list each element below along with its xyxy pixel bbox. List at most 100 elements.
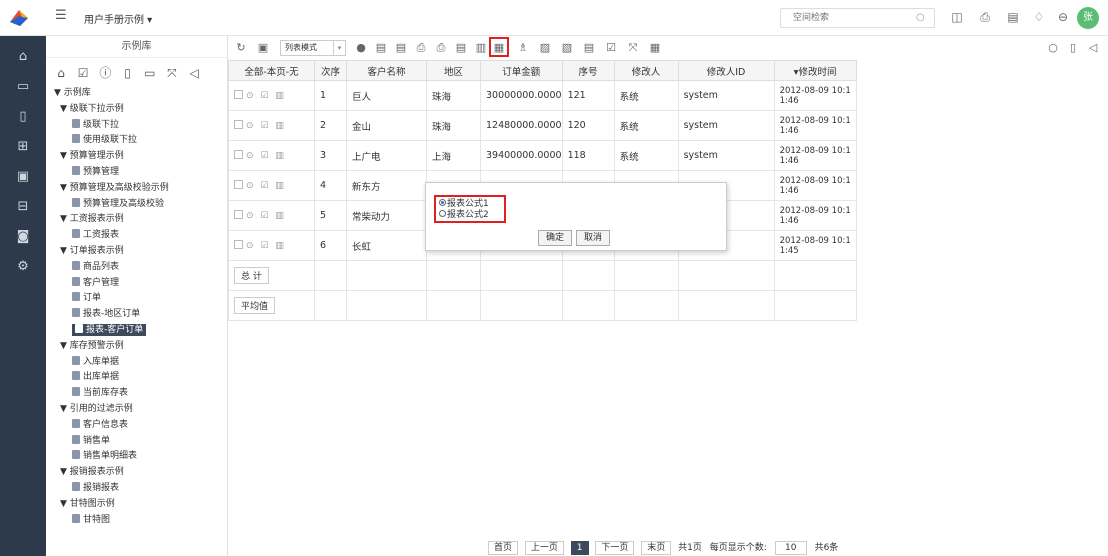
col-header-modified-time[interactable]: ▾修改时间 — [773, 60, 857, 81]
table-row[interactable]: ⊙ ☑ ▥ 3 上广电 上海 39400000.0000 118 系统 system 2012-… — [228, 140, 857, 171]
cancel-button[interactable]: 取消 — [576, 230, 610, 246]
tree-leaf-item[interactable]: 订单 — [50, 291, 227, 307]
edit-icon[interactable]: ☑ — [260, 91, 270, 101]
tree-leaf-item[interactable]: 出库单据 — [50, 370, 227, 386]
mode-select[interactable]: 列表模式 ▾ — [280, 40, 346, 56]
first-page-button[interactable]: 首页 — [488, 541, 519, 555]
tree-leaf-item[interactable]: 报表-地区订单 — [50, 307, 227, 323]
tree-folder-item[interactable]: ▼ 级联下拉示例 — [50, 102, 227, 118]
hierarchy-icon[interactable]: ⊞ — [14, 138, 32, 156]
edit-icon[interactable]: ☑ — [260, 241, 270, 251]
col-header-amount[interactable]: 订单金额 — [480, 60, 563, 81]
shirt-icon[interactable]: ♢ — [1032, 10, 1046, 24]
table-row[interactable]: ⊙ ☑ ▥ 1 巨人 珠海 30000000.0000 121 系统 system 2012-0… — [228, 80, 857, 111]
print-preview-icon[interactable]: ⎙ — [414, 41, 428, 55]
tree-leaf-item[interactable]: 甘特图 — [50, 513, 227, 529]
col-header-select[interactable]: 全部-本页-无 — [228, 60, 315, 81]
tree-folder-item[interactable]: ▼ 甘特图示例 — [50, 497, 227, 513]
trash-icon[interactable]: ▥ — [275, 121, 286, 131]
prev-page-button[interactable]: 上一页 — [524, 541, 564, 555]
tree-leaf-item[interactable]: 级联下拉 — [50, 118, 227, 134]
edit-icon[interactable]: ☑ — [260, 211, 270, 221]
current-page[interactable]: 1 — [570, 541, 589, 555]
expand-icon[interactable]: ⤧ — [165, 66, 179, 81]
col-header-modifier[interactable]: 修改人 — [613, 60, 679, 81]
col-header-region[interactable]: 地区 — [426, 60, 481, 81]
check-icon[interactable]: ☑ — [604, 41, 618, 55]
import-icon[interactable]: ▥ — [474, 41, 488, 55]
formula-option-2[interactable]: 报表公式2 — [439, 210, 504, 221]
edit-icon[interactable]: ☑ — [260, 121, 270, 131]
tree-leaf-item[interactable]: 预算管理及高级校验 — [50, 197, 227, 213]
list-icon[interactable]: ▤ — [1006, 10, 1020, 24]
tree-leaf-item[interactable]: 使用级联下拉 — [50, 133, 227, 149]
screen-settings-icon[interactable]: ◙ — [14, 228, 32, 246]
tree-leaf-item[interactable]: 客户管理 — [50, 276, 227, 292]
row-checkbox[interactable] — [234, 90, 243, 99]
trash-icon[interactable]: ▥ — [275, 241, 286, 251]
radio-unchecked-icon[interactable] — [439, 210, 446, 217]
file-icon[interactable]: ▯ — [121, 66, 135, 80]
radio-checked-icon[interactable] — [439, 199, 446, 206]
edit-icon[interactable]: ☑ — [76, 66, 90, 80]
save-icon[interactable]: ▣ — [256, 41, 270, 55]
minus-circle-icon[interactable]: ⊖ — [1056, 10, 1070, 24]
grid-icon[interactable]: ▦ — [648, 41, 662, 55]
chip-icon[interactable]: ▣ — [14, 168, 32, 186]
home-icon[interactable]: ⌂ — [14, 48, 32, 66]
folder-icon[interactable]: ▭ — [143, 66, 157, 80]
search-icon[interactable]: ○ — [916, 12, 928, 24]
info-icon[interactable]: ⓘ — [98, 64, 112, 81]
col-header-modifier-id[interactable]: 修改人ID — [677, 60, 775, 81]
edit-icon[interactable]: ☑ — [260, 151, 270, 161]
col-header-order[interactable]: 次序 — [314, 60, 347, 81]
table-row[interactable]: ⊙ ☑ ▥ 2 金山 珠海 12480000.0000 120 系统 system 2012-0… — [228, 110, 857, 141]
print-settings-icon[interactable]: ⎙ — [434, 41, 448, 55]
user-avatar[interactable]: 张 — [1077, 7, 1099, 29]
edit-icon[interactable]: ☑ — [260, 181, 270, 191]
row-checkbox[interactable] — [234, 240, 243, 249]
copy-icon[interactable]: ▤ — [374, 41, 388, 55]
total-button[interactable]: 总 计 — [234, 267, 269, 284]
tree-leaf-item[interactable]: 当前库存表 — [50, 386, 227, 402]
last-page-button[interactable]: 末页 — [641, 541, 672, 555]
col-header-no[interactable]: 序号 — [561, 60, 615, 81]
send-icon[interactable]: ◁ — [1086, 41, 1100, 55]
tree-folder-item[interactable]: ▼ 工资报表示例 — [50, 212, 227, 228]
search-input[interactable] — [781, 9, 906, 27]
org-chart-icon[interactable]: ⊟ — [14, 198, 32, 216]
formula-option-1[interactable]: 报表公式1 — [439, 199, 504, 210]
app-title-dropdown[interactable]: 用户手册示例 ▾ — [84, 11, 152, 26]
tree-leaf-item[interactable]: 预算管理 — [50, 165, 227, 181]
tree-leaf-item[interactable]: 报表-客户订单 — [50, 323, 227, 339]
view-icon[interactable]: ⊙ — [246, 211, 256, 221]
col-header-customer[interactable]: 客户名称 — [346, 60, 427, 81]
tree-leaf-item[interactable]: 销售单明细表 — [50, 449, 227, 465]
view-icon[interactable]: ⊙ — [246, 91, 256, 101]
tree-leaf-item[interactable]: 商品列表 — [50, 260, 227, 276]
tree-folder-item[interactable]: ▼ 订单报表示例 — [50, 244, 227, 260]
trash-icon[interactable]: ▥ — [275, 211, 286, 221]
export-icon[interactable]: ▤ — [454, 41, 468, 55]
next-page-button[interactable]: 下一页 — [595, 541, 635, 555]
ok-button[interactable]: 确定 — [538, 230, 572, 246]
refresh-icon[interactable]: ↻ — [234, 41, 248, 55]
view-icon[interactable]: ⊙ — [246, 241, 256, 251]
tree-leaf-item[interactable]: 客户信息表 — [50, 418, 227, 434]
tree-leaf-item[interactable]: 报销报表 — [50, 481, 227, 497]
trash-icon[interactable]: ▥ — [275, 151, 286, 161]
tree-leaf-item[interactable]: 工资报表 — [50, 228, 227, 244]
row-checkbox[interactable] — [234, 180, 243, 189]
row-checkbox[interactable] — [234, 210, 243, 219]
filter-icon[interactable]: ▯ — [1066, 41, 1080, 55]
view-icon[interactable]: ⊙ — [246, 151, 256, 161]
tree-folder-item[interactable]: ▼ 库存预警示例 — [50, 339, 227, 355]
tree-leaf-item[interactable]: 入库单据 — [50, 355, 227, 371]
fullscreen-icon[interactable]: ⤧ — [626, 41, 640, 55]
view-icon[interactable]: ⊙ — [246, 181, 256, 191]
delete-icon[interactable]: ▤ — [394, 41, 408, 55]
send-icon[interactable]: ◁ — [187, 66, 201, 80]
settings-icon[interactable]: ⚙ — [14, 258, 32, 276]
home-outline-icon[interactable]: ⌂ — [54, 66, 68, 80]
row-checkbox[interactable] — [234, 150, 243, 159]
